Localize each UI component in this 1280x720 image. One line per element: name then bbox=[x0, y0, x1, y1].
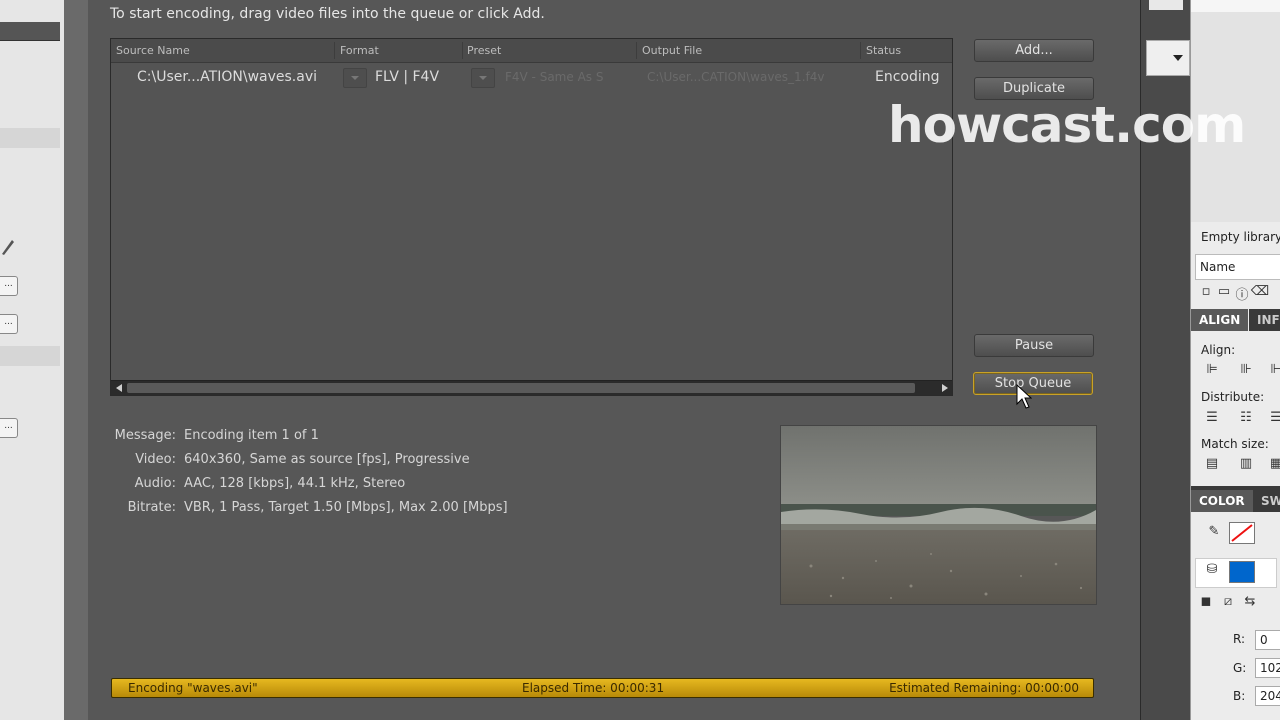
stroke-color-icon[interactable]: ✎ bbox=[1203, 524, 1225, 542]
window-gap bbox=[64, 0, 89, 720]
column-source-name[interactable]: Source Name bbox=[116, 44, 190, 57]
output-file-cell[interactable]: C:\User...CATION\waves_1.f4v bbox=[647, 70, 824, 84]
video-preview bbox=[780, 425, 1097, 605]
elapsed-time: Elapsed Time: 00:00:31 bbox=[522, 681, 665, 695]
preset-cell: F4V - Same As S bbox=[505, 70, 604, 84]
stop-queue-button[interactable]: Stop Queue bbox=[973, 372, 1093, 395]
g-input[interactable]: 102 bbox=[1255, 658, 1280, 678]
no-color-icon[interactable]: ⧄ bbox=[1217, 594, 1239, 612]
fill-bucket-icon[interactable]: ⛁ bbox=[1201, 562, 1223, 580]
howcast-watermark: howcast.com bbox=[888, 96, 1246, 154]
tab-info[interactable]: INFO bbox=[1249, 309, 1280, 331]
mouse-cursor-icon bbox=[1016, 384, 1032, 409]
dropdown-strip[interactable] bbox=[1146, 40, 1190, 76]
align-label: Align: bbox=[1201, 343, 1236, 357]
progress-encoding-text: Encoding "waves.avi" bbox=[128, 681, 258, 695]
encoding-progress-bar: Encoding "waves.avi" Elapsed Time: 00:00… bbox=[111, 678, 1094, 698]
swap-colors-icon[interactable]: ⇆ bbox=[1239, 594, 1261, 612]
column-status[interactable]: Status bbox=[866, 44, 901, 57]
estimated-remaining: Estimated Remaining: 00:00:00 bbox=[889, 681, 1079, 695]
tab-swatches[interactable]: SW bbox=[1253, 490, 1280, 512]
format-cell: FLV | F4V bbox=[375, 69, 440, 85]
scrollbar-thumb[interactable] bbox=[127, 383, 915, 393]
scroll-right-arrow-icon[interactable] bbox=[942, 384, 948, 392]
r-label: R: bbox=[1233, 632, 1246, 646]
distribute-bottom-icon[interactable]: ☰ bbox=[1265, 410, 1280, 428]
tab-align[interactable]: ALIGN bbox=[1191, 309, 1249, 331]
pause-button[interactable]: Pause bbox=[974, 334, 1094, 357]
distribute-middle-icon[interactable]: ☷ bbox=[1235, 410, 1257, 428]
match-size-label: Match size: bbox=[1201, 437, 1269, 451]
horizontal-scrollbar[interactable] bbox=[111, 380, 952, 395]
tab-color[interactable]: COLOR bbox=[1191, 490, 1253, 512]
library-list[interactable]: Name bbox=[1195, 254, 1280, 280]
match-both-icon[interactable]: ▦ bbox=[1265, 456, 1280, 474]
default-colors-icon[interactable]: ◼ bbox=[1195, 594, 1217, 612]
left-panel-button[interactable]: ... bbox=[0, 314, 18, 334]
left-flash-panel: ... ... ... bbox=[0, 0, 65, 720]
queue-header: Source Name Format Preset Output File St… bbox=[111, 39, 952, 63]
chevron-down-icon[interactable] bbox=[1173, 55, 1183, 61]
column-preset[interactable]: Preset bbox=[467, 44, 501, 57]
audio-value: AAC, 128 [kbps], 44.1 kHz, Stereo bbox=[184, 476, 406, 491]
align-center-icon[interactable]: ⊪ bbox=[1235, 362, 1257, 380]
column-output-file[interactable]: Output File bbox=[642, 44, 702, 57]
add-button[interactable]: Add... bbox=[974, 39, 1094, 62]
distribute-top-icon[interactable]: ☰ bbox=[1201, 410, 1223, 428]
left-panel-header bbox=[0, 22, 60, 41]
library-label: Empty library bbox=[1201, 230, 1280, 244]
b-label: B: bbox=[1233, 689, 1246, 703]
align-right-icon[interactable]: ⊩ bbox=[1265, 362, 1280, 380]
delete-icon[interactable]: ⌫ bbox=[1249, 284, 1271, 302]
match-width-icon[interactable]: ▤ bbox=[1201, 456, 1223, 474]
distribute-label: Distribute: bbox=[1201, 390, 1265, 404]
column-format[interactable]: Format bbox=[340, 44, 379, 57]
library-toolbar: ▫ ▭ ⓘ ⌫ bbox=[1195, 284, 1280, 303]
b-input[interactable]: 204 bbox=[1255, 686, 1280, 706]
video-label: Video: bbox=[135, 452, 176, 467]
encode-queue[interactable]: Source Name Format Preset Output File St… bbox=[110, 38, 953, 396]
source-name-cell: C:\User...ATION\waves.avi bbox=[137, 69, 317, 85]
bitrate-label: Bitrate: bbox=[127, 500, 176, 515]
left-panel-button[interactable]: ... bbox=[0, 418, 18, 438]
name-column-header[interactable]: Name bbox=[1200, 260, 1235, 274]
status-cell: Encoding bbox=[875, 69, 940, 85]
left-panel-row bbox=[0, 128, 60, 148]
pencil-icon[interactable] bbox=[0, 236, 14, 256]
bitrate-value: VBR, 1 Pass, Target 1.50 [Mbps], Max 2.0… bbox=[184, 500, 508, 515]
preset-dropdown[interactable] bbox=[471, 68, 495, 88]
scroll-left-arrow-icon[interactable] bbox=[116, 384, 122, 392]
video-value: 640x360, Same as source [fps], Progressi… bbox=[184, 452, 470, 467]
fill-color-swatch[interactable] bbox=[1229, 561, 1255, 583]
format-dropdown[interactable] bbox=[343, 68, 367, 88]
stroke-color-swatch[interactable] bbox=[1229, 522, 1255, 544]
left-panel-button[interactable]: ... bbox=[0, 276, 18, 296]
match-height-icon[interactable]: ▥ bbox=[1235, 456, 1257, 474]
queue-row[interactable]: C:\User...ATION\waves.avi FLV | F4V F4V … bbox=[111, 63, 952, 93]
g-label: G: bbox=[1233, 661, 1247, 675]
r-input[interactable]: 0 bbox=[1255, 630, 1280, 650]
align-left-icon[interactable]: ⊫ bbox=[1201, 362, 1223, 380]
message-label: Message: bbox=[114, 428, 176, 443]
left-panel-row bbox=[0, 346, 60, 366]
audio-label: Audio: bbox=[134, 476, 176, 491]
instruction-text: To start encoding, drag video files into… bbox=[110, 6, 545, 22]
message-value: Encoding item 1 of 1 bbox=[184, 428, 319, 443]
